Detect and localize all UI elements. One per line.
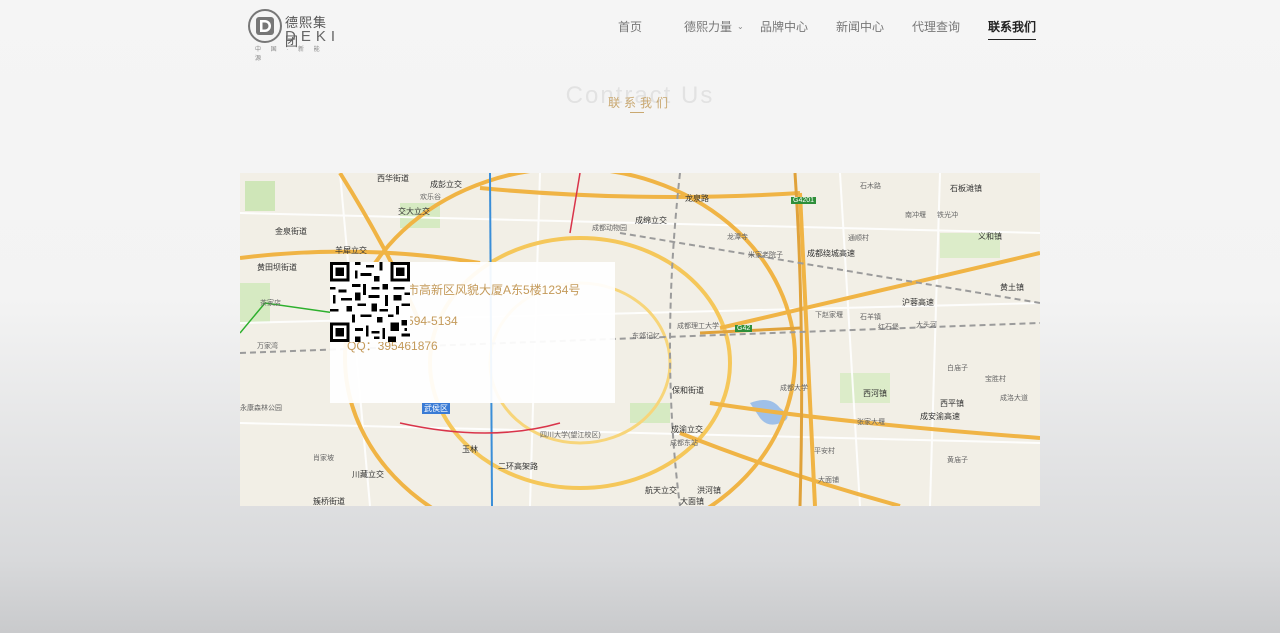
map-label: 龙泉路 xyxy=(685,194,709,203)
title-divider xyxy=(630,112,644,113)
nav-item-agent-query[interactable]: 代理查询 xyxy=(912,18,960,35)
map-label: 成都动物园 xyxy=(592,225,627,232)
map-label: 龙潭寺 xyxy=(727,234,748,241)
map-label: 洪河镇 xyxy=(697,486,721,495)
nav-item-label: 德熙力量 xyxy=(684,20,733,34)
map-label: 铁光冲 xyxy=(937,212,958,219)
map-label: 沪蓉高速 xyxy=(902,298,934,307)
map-label: 成渝立交 xyxy=(671,425,703,434)
brand-tagline: 中 国 · 新 能 源 xyxy=(255,47,324,62)
map-label: 成都理工大学 xyxy=(677,323,719,330)
map-label: 茶家店 xyxy=(260,300,281,307)
map-label: 通顺村 xyxy=(848,235,869,242)
nav-item-label: 联系我们 xyxy=(988,20,1037,34)
nav-item-label: 代理查询 xyxy=(912,20,961,34)
map-label: G42 xyxy=(735,325,753,332)
map-label: 永康森林公园 xyxy=(240,405,282,412)
contact-card: 地址：成都市高新区风貌大厦A东5楼1234号 电话：400-594-5134 Q… xyxy=(330,262,615,403)
map-label: 平安村 xyxy=(814,448,835,455)
map-label: 成彭立交 xyxy=(430,180,462,189)
map-label: 黄土镇 xyxy=(1000,283,1024,292)
map-label: 玉林 xyxy=(462,445,478,454)
map-label: 金泉街道 xyxy=(275,227,307,236)
map-label: 大面铺 xyxy=(818,477,839,484)
map-label: 羊犀立交 xyxy=(335,246,367,255)
map-label: 万家湾 xyxy=(257,343,278,350)
map-label: 成洛大道 xyxy=(1000,395,1028,402)
nav-item-contact[interactable]: 联系我们 xyxy=(988,18,1037,40)
section-title-cn: 联系我们 xyxy=(607,96,672,110)
map-label: 黄田坝街道 xyxy=(257,263,297,272)
active-indicator xyxy=(988,39,1037,40)
map-label: 保和街道 xyxy=(672,386,704,395)
nav-item-home[interactable]: 首页 xyxy=(618,18,642,35)
nav-item-label: 首页 xyxy=(618,20,643,34)
map-label: 交大立交 xyxy=(398,207,430,216)
map-label: 成绵立交 xyxy=(635,216,667,225)
map-label: 义和镇 xyxy=(978,232,1002,241)
map-label: 武侯区 xyxy=(422,403,450,414)
map-label: 成都大学 xyxy=(780,385,808,392)
map-label: 石羊镇 xyxy=(860,314,881,321)
nav-item-brand[interactable]: 品牌中心 xyxy=(760,18,808,35)
location-map[interactable]: 西华街道 成彭立交 欢乐谷 交大立交 金泉街道 羊犀立交 黄田坝街道 茶家店 万… xyxy=(240,173,1040,506)
map-label: 宝胜村 xyxy=(985,376,1006,383)
map-label: 东郊记忆 xyxy=(632,333,660,340)
nav-item-label: 新闻中心 xyxy=(836,20,885,34)
map-label: 四川大学(望江校区) xyxy=(540,432,601,439)
map-label: 米家老院子 xyxy=(748,252,783,259)
map-label: 二环高架路 xyxy=(498,462,538,471)
map-label: 成都绕城高速 xyxy=(807,249,855,258)
nav-item-strength[interactable]: 德熙力量 ⌄ xyxy=(684,18,744,35)
map-label: 石木路 xyxy=(860,183,881,190)
map-label: 川藏立交 xyxy=(352,470,384,479)
main-nav: 首页 德熙力量 ⌄ 品牌中心 新闻中心 代理查询 联系我们 xyxy=(0,18,1280,40)
map-label: 南冲堰 xyxy=(905,212,926,219)
map-label: 成安渝高速 xyxy=(920,412,960,421)
nav-item-label: 品牌中心 xyxy=(760,20,809,34)
map-label: 航天立交 xyxy=(645,486,677,495)
map-label: 西平镇 xyxy=(940,399,964,408)
map-label: 红石堡 xyxy=(878,324,899,331)
map-label: 石板滩镇 xyxy=(950,184,982,193)
map-label: 簇桥街道 xyxy=(313,497,345,506)
map-label: 大面镇 xyxy=(680,497,704,506)
map-label: 白庙子 xyxy=(947,365,968,372)
map-label: 张家大堰 xyxy=(857,419,885,426)
map-label: 肖家坡 xyxy=(313,455,334,462)
chevron-down-icon: ⌄ xyxy=(737,22,744,31)
map-label: 欢乐谷 xyxy=(420,194,441,201)
map-label: 成都东站 xyxy=(670,440,698,447)
map-label: 大头河 xyxy=(916,322,937,329)
map-label: 黄庙子 xyxy=(947,457,968,464)
nav-item-news[interactable]: 新闻中心 xyxy=(836,18,884,35)
qr-code-icon xyxy=(330,262,410,342)
map-label: 下赵家堰 xyxy=(815,312,843,319)
map-label: G4201 xyxy=(791,197,817,204)
map-label: 西河镇 xyxy=(863,389,887,398)
map-label: 西华街道 xyxy=(377,174,409,183)
